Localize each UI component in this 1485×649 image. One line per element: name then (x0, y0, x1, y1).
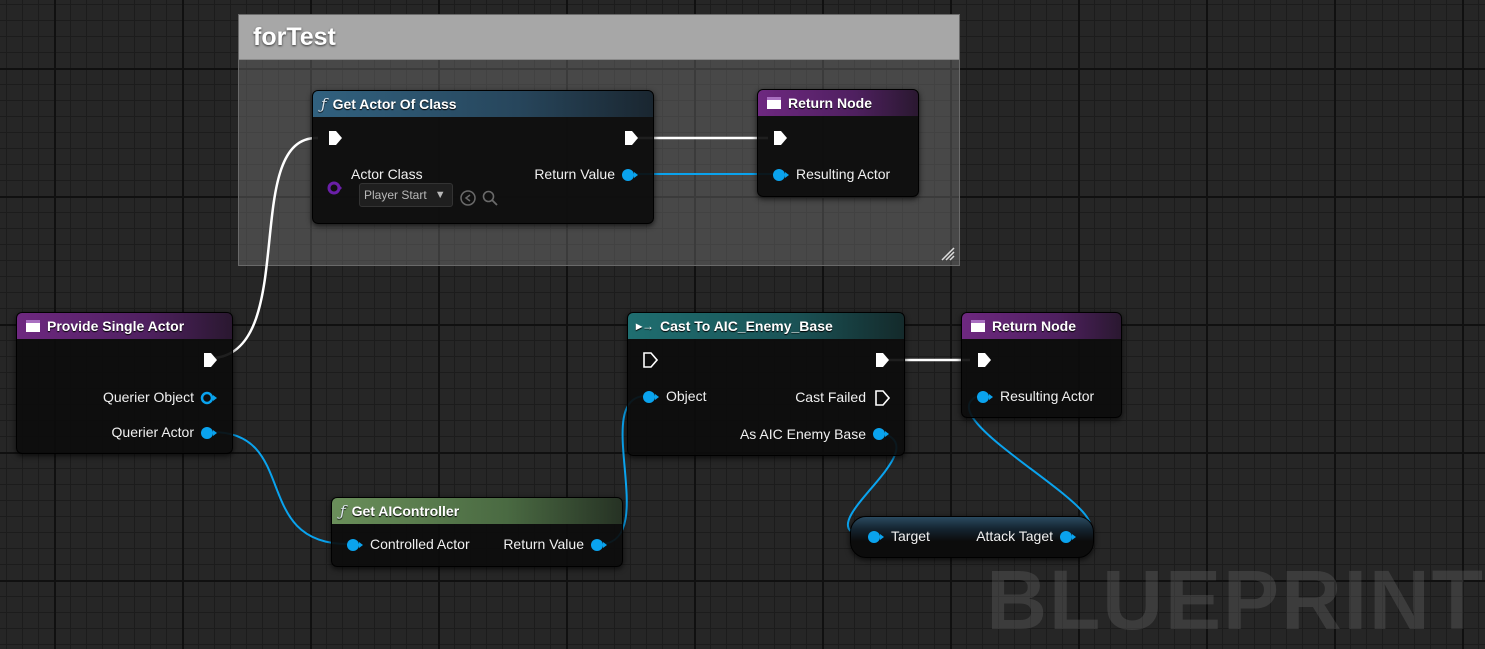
comment-title[interactable]: forTest (239, 15, 959, 60)
node-title: Cast To AIC_Enemy_Base (660, 318, 833, 334)
exec-in-pin-icon[interactable] (327, 130, 343, 146)
exec-in-pin-icon[interactable] (642, 352, 658, 368)
event-icon (767, 97, 781, 109)
return-value-label: Return Value (534, 166, 615, 182)
node-title: Provide Single Actor (47, 318, 185, 334)
resulting-actor-pin-icon[interactable] (772, 168, 790, 182)
browse-back-icon[interactable] (459, 189, 477, 207)
as-aic-enemy-base-pin-icon[interactable] (872, 427, 890, 441)
object-label: Object (666, 388, 707, 404)
node-header: ƒ Get AIController (332, 498, 622, 524)
node-cast-to-aic-enemy-base[interactable]: ▸→ Cast To AIC_Enemy_Base Object Cast Fa… (627, 312, 905, 456)
node-provide-single-actor[interactable]: Provide Single Actor Querier Object Quer… (16, 312, 233, 454)
resulting-actor-label: Resulting Actor (796, 166, 891, 182)
function-icon: ƒ (321, 95, 327, 113)
return-value-label: Return Value (503, 536, 584, 552)
function-icon: ƒ (340, 502, 346, 520)
controlled-actor-label: Controlled Actor (370, 536, 470, 552)
node-get-actor-of-class[interactable]: ƒ Get Actor Of Class Actor Class Player … (312, 90, 654, 224)
node-return-top[interactable]: Return Node Resulting Actor (757, 89, 919, 197)
node-get-aicontroller[interactable]: ƒ Get AIController Controlled Actor Retu… (331, 497, 623, 567)
exec-in-pin-icon[interactable] (976, 352, 992, 368)
resulting-actor-label: Resulting Actor (1000, 388, 1095, 404)
search-icon[interactable] (481, 189, 499, 207)
resize-grip-icon[interactable] (941, 247, 955, 261)
cast-icon: ▸→ (636, 319, 655, 333)
actor-class-value: Player Start (364, 188, 427, 202)
querier-actor-pin-icon[interactable] (200, 426, 218, 440)
cast-failed-label: Cast Failed (795, 389, 866, 405)
node-title: Get Actor Of Class (332, 96, 457, 112)
attack-target-pin-icon[interactable] (1059, 530, 1077, 544)
node-title: Get AIController (351, 503, 460, 519)
exec-out-pin-icon[interactable] (202, 352, 218, 368)
node-header: ▸→ Cast To AIC_Enemy_Base (628, 313, 904, 339)
querier-actor-label: Querier Actor (111, 424, 194, 440)
as-aic-enemy-base-label: As AIC Enemy Base (739, 426, 866, 442)
node-header: Provide Single Actor (17, 313, 232, 339)
return-value-pin-icon[interactable] (590, 538, 608, 552)
node-return-bottom[interactable]: Return Node Resulting Actor (961, 312, 1122, 418)
actor-class-label: Actor Class (351, 166, 423, 182)
return-value-pin-icon[interactable] (621, 168, 639, 182)
target-label: Target (891, 528, 930, 544)
node-title: Return Node (992, 318, 1076, 334)
blueprint-watermark: BLUEPRINT (986, 553, 1485, 647)
exec-out-pin-icon[interactable] (623, 130, 639, 146)
event-icon (971, 320, 985, 332)
class-pin-icon[interactable] (327, 181, 343, 195)
object-pin-icon[interactable] (642, 390, 660, 404)
node-title: Return Node (788, 95, 872, 111)
attack-target-label: Attack Taget (976, 528, 1053, 544)
node-header: ƒ Get Actor Of Class (313, 91, 653, 117)
controlled-actor-pin-icon[interactable] (346, 538, 364, 552)
target-pin-icon[interactable] (867, 530, 885, 544)
node-header: Return Node (962, 313, 1121, 339)
exec-in-pin-icon[interactable] (772, 130, 788, 146)
resulting-actor-pin-icon[interactable] (976, 390, 994, 404)
actor-class-dropdown[interactable]: Player Start ▼ (359, 183, 453, 207)
exec-out-pin-icon[interactable] (874, 352, 890, 368)
querier-object-label: Querier Object (102, 389, 194, 405)
event-icon (26, 320, 40, 332)
querier-object-pin-icon[interactable] (200, 391, 218, 405)
node-header: Return Node (758, 90, 918, 116)
cast-failed-pin-icon[interactable] (874, 390, 890, 406)
chevron-down-icon: ▼ (434, 189, 446, 201)
